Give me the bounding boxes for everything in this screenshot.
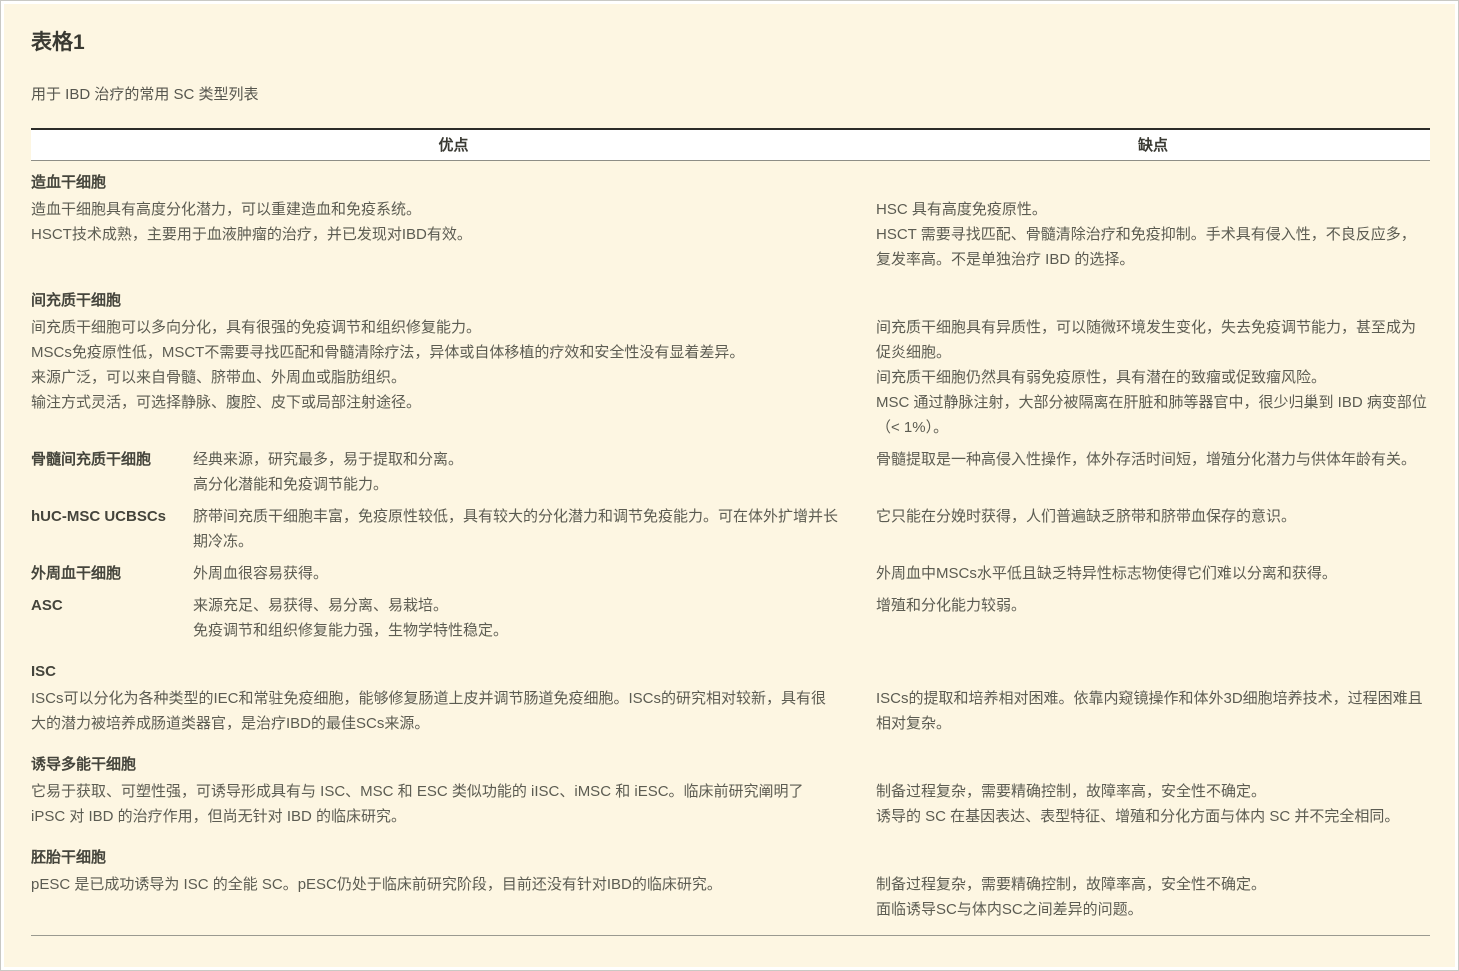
table-row: pESC 是已成功诱导为 ISC 的全能 SC。pESC仍处于临床前研究阶段，目…	[31, 872, 1430, 929]
disadvantages-cell: 间充质干细胞具有异质性，可以随微环境发生变化，失去免疫调节能力，甚至成为促炎细胞…	[876, 315, 1430, 440]
advantage-text: HSCT技术成熟，主要用于血液肿瘤的治疗，并已发现对IBD有效。	[31, 222, 838, 247]
disadvantage-text: ISCs的提取和培养相对困难。依靠内窥镜操作和体外3D细胞培养技术，过程困难且相…	[876, 686, 1430, 736]
disadvantages-cell: 它只能在分娩时获得，人们普遍缺乏脐带和脐带血保存的意识。	[876, 504, 1430, 554]
paper-page: 表格1 用于 IBD 治疗的常用 SC 类型列表 优点 缺点 造血干细胞 造血干…	[0, 0, 1459, 971]
table-row: 外周血干细胞 外周血很容易获得。 外周血中MSCs水平低且缺乏特异性标志物使得它…	[31, 561, 1430, 593]
table-row: hUC-MSC UCBSCs 脐带间充质干细胞丰富，免疫原性较低，具有较大的分化…	[31, 504, 1430, 561]
advantage-text: MSCs免疫原性低，MSCT不需要寻找匹配和骨髓清除疗法，异体或自体移植的疗效和…	[31, 340, 838, 365]
row-label-bm-msc: 骨髓间充质干细胞	[31, 447, 193, 497]
advantage-text: 间充质干细胞可以多向分化，具有很强的免疫调节和组织修复能力。	[31, 315, 838, 340]
disadvantage-text: MSC 通过静脉注射，大部分被隔离在肝脏和肺等器官中，很少归巢到 IBD 病变部…	[876, 390, 1430, 440]
disadvantages-cell: ISCs的提取和培养相对困难。依靠内窥镜操作和体外3D细胞培养技术，过程困难且相…	[876, 686, 1430, 736]
advantage-text: pESC 是已成功诱导为 ISC 的全能 SC。pESC仍处于临床前研究阶段，目…	[31, 872, 838, 897]
table-body: 造血干细胞 造血干细胞具有高度分化潜力，可以重建造血和免疫系统。 HSCT技术成…	[31, 161, 1430, 936]
advantage-text: 来源广泛，可以来自骨髓、脐带血、外周血或脂肪组织。	[31, 365, 838, 390]
row-label-asc: ASC	[31, 593, 193, 643]
table-row: 它易于获取、可塑性强，可诱导形成具有与 ISC、MSC 和 ESC 类似功能的 …	[31, 779, 1430, 836]
disadvantage-text: HSCT 需要寻找匹配、骨髓清除治疗和免疫抑制。手术具有侵入性，不良反应多，复发…	[876, 222, 1430, 272]
disadvantage-text: 制备过程复杂，需要精确控制，故障率高，安全性不确定。	[876, 779, 1430, 804]
table-row: 造血干细胞具有高度分化潜力，可以重建造血和免疫系统。 HSCT技术成熟，主要用于…	[31, 197, 1430, 279]
disadvantage-text: 诱导的 SC 在基因表达、表型特征、增殖和分化方面与体内 SC 并不完全相同。	[876, 804, 1430, 829]
advantage-text: 免疫调节和组织修复能力强，生物学特性稳定。	[193, 618, 838, 643]
section-header-ipsc: 诱导多能干细胞	[31, 743, 1430, 779]
advantage-text: 脐带间充质干细胞丰富，免疫原性较低，具有较大的分化潜力和调节免疫能力。可在体外扩…	[193, 504, 838, 554]
advantages-cell: 造血干细胞具有高度分化潜力，可以重建造血和免疫系统。 HSCT技术成熟，主要用于…	[31, 197, 876, 272]
disadvantage-text: 增殖和分化能力较弱。	[876, 593, 1430, 618]
advantages-cell: 来源充足、易获得、易分离、易栽培。 免疫调节和组织修复能力强，生物学特性稳定。	[193, 593, 876, 643]
column-header-disadvantages: 缺点	[876, 133, 1430, 158]
disadvantage-text: HSC 具有高度免疫原性。	[876, 197, 1430, 222]
section-header-isc: ISC	[31, 650, 1430, 686]
table-header-row: 优点 缺点	[31, 128, 1430, 161]
section-header-msc: 间充质干细胞	[31, 279, 1430, 315]
table-row: 骨髓间充质干细胞 经典来源，研究最多，易于提取和分离。 高分化潜能和免疫调节能力…	[31, 447, 1430, 504]
advantages-cell: 间充质干细胞可以多向分化，具有很强的免疫调节和组织修复能力。 MSCs免疫原性低…	[31, 315, 876, 440]
disadvantage-text: 外周血中MSCs水平低且缺乏特异性标志物使得它们难以分离和获得。	[876, 561, 1430, 586]
advantage-text: 它易于获取、可塑性强，可诱导形成具有与 ISC、MSC 和 ESC 类似功能的 …	[31, 779, 838, 829]
advantage-text: 经典来源，研究最多，易于提取和分离。	[193, 447, 838, 472]
advantage-text: ISCs可以分化为各种类型的IEC和常驻免疫细胞，能够修复肠道上皮并调节肠道免疫…	[31, 686, 838, 736]
advantage-text: 来源充足、易获得、易分离、易栽培。	[193, 593, 838, 618]
section-header-hsc: 造血干细胞	[31, 161, 1430, 197]
advantages-cell: 脐带间充质干细胞丰富，免疫原性较低，具有较大的分化潜力和调节免疫能力。可在体外扩…	[193, 504, 876, 554]
disadvantages-cell: HSC 具有高度免疫原性。 HSCT 需要寻找匹配、骨髓清除治疗和免疫抑制。手术…	[876, 197, 1430, 272]
page-subtitle: 用于 IBD 治疗的常用 SC 类型列表	[31, 82, 1430, 107]
disadvantage-text: 它只能在分娩时获得，人们普遍缺乏脐带和脐带血保存的意识。	[876, 504, 1430, 529]
page-title: 表格1	[31, 29, 1430, 56]
advantages-cell: 它易于获取、可塑性强，可诱导形成具有与 ISC、MSC 和 ESC 类似功能的 …	[31, 779, 876, 829]
advantage-text: 外周血很容易获得。	[193, 561, 838, 586]
disadvantage-text: 制备过程复杂，需要精确控制，故障率高，安全性不确定。	[876, 872, 1430, 897]
disadvantages-cell: 骨髓提取是一种高侵入性操作，体外存活时间短，增殖分化潜力与供体年龄有关。	[876, 447, 1430, 497]
disadvantages-cell: 制备过程复杂，需要精确控制，故障率高，安全性不确定。 面临诱导SC与体内SC之间…	[876, 872, 1430, 922]
advantage-text: 输注方式灵活，可选择静脉、腹腔、皮下或局部注射途径。	[31, 390, 838, 415]
disadvantage-text: 面临诱导SC与体内SC之间差异的问题。	[876, 897, 1430, 922]
table-row: 间充质干细胞可以多向分化，具有很强的免疫调节和组织修复能力。 MSCs免疫原性低…	[31, 315, 1430, 447]
disadvantage-text: 间充质干细胞具有异质性，可以随微环境发生变化，失去免疫调节能力，甚至成为促炎细胞…	[876, 315, 1430, 365]
disadvantages-cell: 增殖和分化能力较弱。	[876, 593, 1430, 643]
advantages-cell: ISCs可以分化为各种类型的IEC和常驻免疫细胞，能够修复肠道上皮并调节肠道免疫…	[31, 686, 876, 736]
table-row: ISCs可以分化为各种类型的IEC和常驻免疫细胞，能够修复肠道上皮并调节肠道免疫…	[31, 686, 1430, 743]
disadvantage-text: 间充质干细胞仍然具有弱免疫原性，具有潜在的致瘤或促致瘤风险。	[876, 365, 1430, 390]
advantages-cell: 外周血很容易获得。	[193, 561, 876, 586]
column-header-advantages: 优点	[31, 133, 876, 158]
disadvantages-cell: 制备过程复杂，需要精确控制，故障率高，安全性不确定。 诱导的 SC 在基因表达、…	[876, 779, 1430, 829]
table-row: ASC 来源充足、易获得、易分离、易栽培。 免疫调节和组织修复能力强，生物学特性…	[31, 593, 1430, 650]
advantage-text: 造血干细胞具有高度分化潜力，可以重建造血和免疫系统。	[31, 197, 838, 222]
advantages-cell: pESC 是已成功诱导为 ISC 的全能 SC。pESC仍处于临床前研究阶段，目…	[31, 872, 876, 922]
section-header-esc: 胚胎干细胞	[31, 836, 1430, 872]
row-label-huc-msc: hUC-MSC UCBSCs	[31, 504, 193, 554]
disadvantages-cell: 外周血中MSCs水平低且缺乏特异性标志物使得它们难以分离和获得。	[876, 561, 1430, 586]
advantage-text: 高分化潜能和免疫调节能力。	[193, 472, 838, 497]
advantages-cell: 经典来源，研究最多，易于提取和分离。 高分化潜能和免疫调节能力。	[193, 447, 876, 497]
row-label-pbsc: 外周血干细胞	[31, 561, 193, 586]
disadvantage-text: 骨髓提取是一种高侵入性操作，体外存活时间短，增殖分化潜力与供体年龄有关。	[876, 447, 1430, 472]
